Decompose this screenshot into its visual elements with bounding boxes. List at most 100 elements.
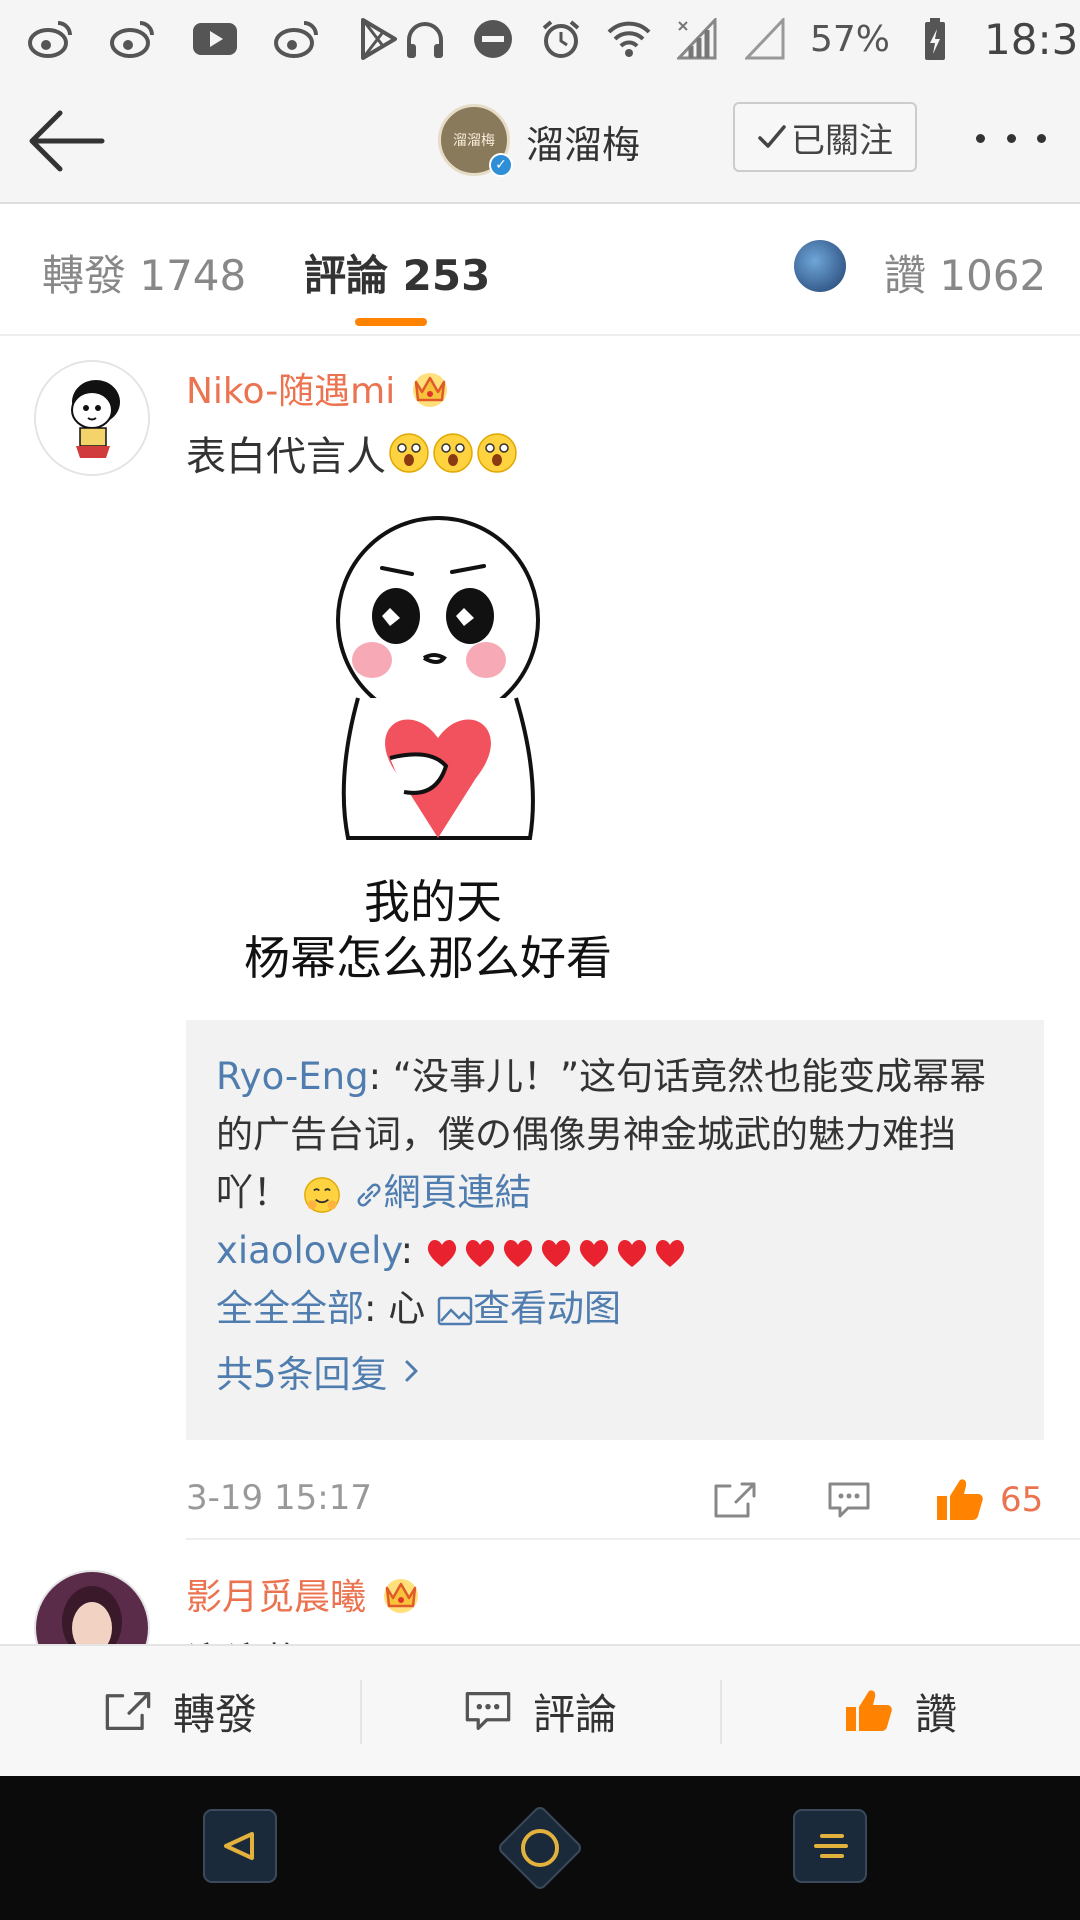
- like-comment-button[interactable]: 65: [934, 1472, 1043, 1528]
- signal-icon: [674, 16, 720, 62]
- back-triangle-icon: [203, 1809, 277, 1883]
- cartoon-girl-avatar-icon: [36, 362, 148, 474]
- verified-badge-icon: ✓: [489, 153, 513, 177]
- web-link[interactable]: 網頁連結: [384, 1171, 532, 1214]
- comment-timestamp: 3-19 15:17: [186, 1478, 372, 1518]
- heart-icon: [465, 1239, 494, 1267]
- system-home-button[interactable]: [490, 1798, 590, 1902]
- sticker-caption-line2: 杨幂怎么那么好看: [244, 931, 612, 985]
- reply-item[interactable]: Ryo-Eng: “没事儿！”这句话竟然也能变成幂幂的广告台词，僕の偶像男神金城…: [216, 1048, 1014, 1222]
- signal-icon: [742, 16, 788, 62]
- comment-meta-row: 3-19 15:17 65: [186, 1466, 1044, 1536]
- check-icon: [758, 125, 786, 148]
- reply-username[interactable]: 全全全部: [216, 1287, 364, 1330]
- account-name[interactable]: 溜溜梅: [526, 114, 640, 169]
- like-label: 讚: [914, 1689, 957, 1739]
- total-replies-label: 共5条回复: [216, 1353, 388, 1396]
- sticker-character-icon: [336, 516, 540, 840]
- comment-username-row: Niko-随遇mi: [186, 362, 453, 414]
- more-dot-icon: [1006, 133, 1016, 143]
- following-label: 已關注: [791, 120, 893, 161]
- heart-icon: [503, 1239, 532, 1267]
- comment-label: 評論: [532, 1689, 617, 1739]
- heart-icon: [617, 1239, 646, 1267]
- comment-username[interactable]: 影月觅晨曦: [186, 1568, 366, 1620]
- tab-likes[interactable]: 讚 1062: [884, 242, 1046, 303]
- surprised-emoji-icon: [389, 433, 429, 473]
- alarm-icon: [538, 16, 584, 62]
- share-icon: [105, 1691, 151, 1731]
- more-dot-icon: [976, 133, 985, 143]
- do-not-disturb-icon: [470, 16, 516, 62]
- surprised-emoji-icon: [433, 433, 473, 473]
- comment-item: 影月觅晨曦 溜溜梅: [0, 1550, 1080, 1644]
- replies-preview[interactable]: Ryo-Eng: “没事儿！”这句话竟然也能变成幂幂的广告台词，僕の偶像男神金城…: [186, 1020, 1044, 1440]
- system-navigation-bar: [0, 1776, 1080, 1920]
- heart-icon: [427, 1239, 456, 1267]
- heart-icon: [579, 1239, 608, 1267]
- comment-text-row: 表白代言人: [186, 424, 518, 482]
- reply-username[interactable]: xiaolovely: [216, 1229, 401, 1272]
- surprised-emoji-icon: [477, 433, 517, 473]
- weibo-icon: [28, 16, 74, 62]
- back-arrow-icon: [29, 110, 105, 172]
- vip-crown-icon: [384, 1579, 419, 1613]
- more-dot-icon: [1037, 133, 1046, 143]
- repost-button[interactable]: 轉發: [0, 1646, 360, 1776]
- reply-text: :: [400, 1229, 425, 1272]
- comment-username[interactable]: Niko-随遇mi: [186, 362, 395, 414]
- profile-photo-avatar-icon: [36, 1572, 148, 1644]
- more-options-button[interactable]: [976, 118, 1046, 158]
- heart-icon: [541, 1239, 570, 1267]
- comment-list[interactable]: Niko-随遇mi 表白代言人 我的天 杨幂怎么那么好看 Ryo-Eng: “没…: [0, 338, 1080, 1644]
- reply-text: : 心: [364, 1287, 437, 1330]
- comment-username-row: 影月觅晨曦: [186, 1568, 424, 1620]
- tab-reposts[interactable]: 轉發 1748: [42, 242, 246, 303]
- hugging-emoji-icon: [303, 1176, 340, 1213]
- status-bar: 57% 18:33: [0, 0, 1080, 78]
- post-action-bar: 轉發 評論 讚: [0, 1644, 1080, 1776]
- comment-icon: [828, 1482, 870, 1518]
- reply-item[interactable]: xiaolovely:: [216, 1222, 1014, 1280]
- thumbs-up-icon: [937, 1479, 983, 1520]
- comment-divider: [186, 1538, 1080, 1540]
- heart-icon: [655, 1239, 684, 1267]
- weibo-icon: [110, 16, 156, 62]
- system-menu-button[interactable]: [792, 1808, 868, 1888]
- tab-comments[interactable]: 評論 253: [304, 242, 490, 303]
- comment-text: 表白代言人: [186, 434, 386, 480]
- weibo-icon: [274, 16, 320, 62]
- like-button[interactable]: 讚: [720, 1646, 1080, 1776]
- chevron-right-icon: [405, 1360, 418, 1382]
- following-button[interactable]: 已關注: [733, 102, 917, 172]
- liker-avatar: [794, 240, 846, 292]
- account-avatar[interactable]: 溜溜梅 ✓: [438, 104, 513, 177]
- reply-comment-button[interactable]: [826, 1472, 872, 1528]
- system-back-button[interactable]: [202, 1808, 278, 1888]
- top-navigation: 溜溜梅 ✓ 溜溜梅 已關注: [0, 78, 1080, 204]
- reply-username[interactable]: Ryo-Eng: [216, 1055, 369, 1098]
- view-gif-link[interactable]: 查看动图: [473, 1287, 621, 1330]
- commenter-avatar[interactable]: [34, 1570, 150, 1644]
- headphones-icon: [402, 16, 448, 62]
- back-button[interactable]: [26, 108, 106, 174]
- play-store-icon: [356, 16, 402, 62]
- vip-crown-icon: [413, 373, 448, 407]
- view-all-replies[interactable]: 共5条回复: [216, 1344, 1014, 1398]
- comment-icon: [465, 1691, 511, 1731]
- comment-sticker-image[interactable]: 我的天 杨幂怎么那么好看: [240, 508, 640, 988]
- image-icon: [437, 1296, 473, 1325]
- hearts-row: [425, 1237, 687, 1269]
- post-tabs: 轉發 1748 評論 253 讚 1062: [0, 206, 1080, 336]
- clock: 18:33: [984, 14, 1080, 64]
- reply-item[interactable]: 全全全部: 心 查看动图: [216, 1280, 1014, 1338]
- share-icon: [714, 1482, 756, 1518]
- repost-comment-button[interactable]: [712, 1472, 758, 1528]
- battery-percent: 57%: [810, 18, 891, 60]
- active-tab-indicator: [355, 318, 427, 326]
- home-circle-icon: [499, 1807, 581, 1889]
- comment-item: Niko-随遇mi 表白代言人 我的天 杨幂怎么那么好看 Ryo-Eng: “没…: [0, 338, 1080, 1550]
- commenter-avatar[interactable]: [34, 360, 150, 476]
- wifi-icon: [606, 16, 652, 62]
- comment-button[interactable]: 評論: [360, 1646, 720, 1776]
